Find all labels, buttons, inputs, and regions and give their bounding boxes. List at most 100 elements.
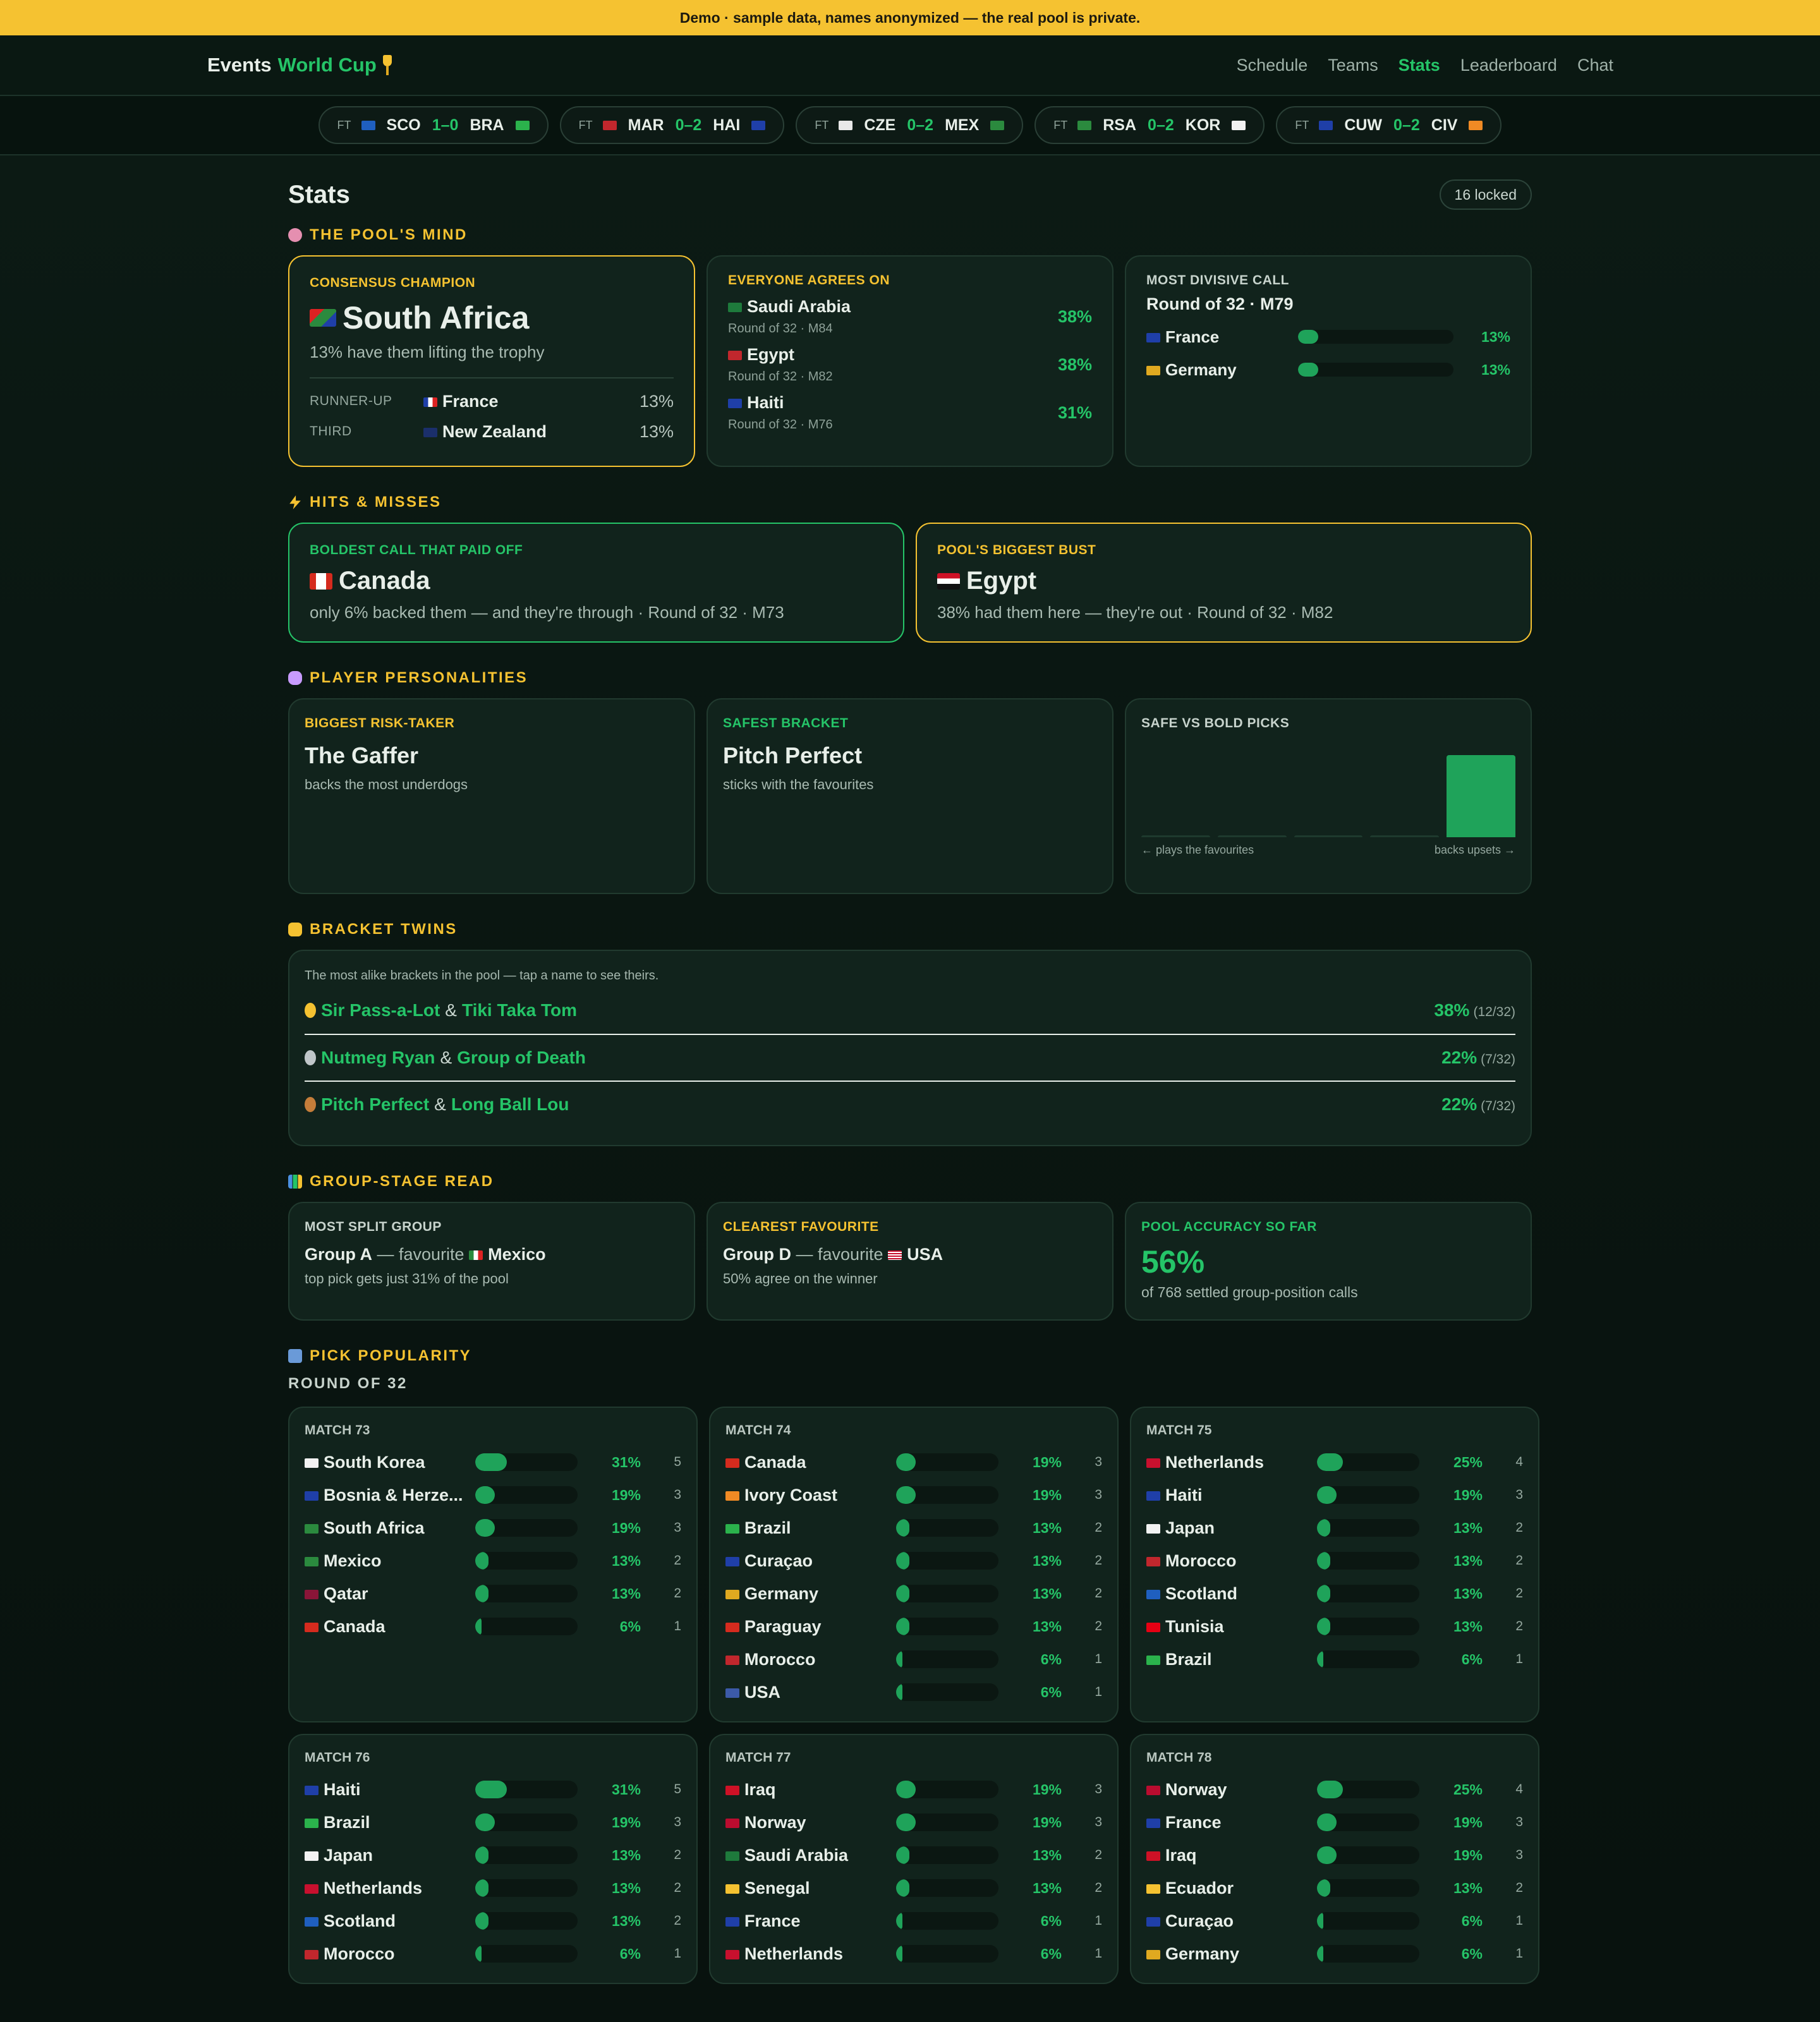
match-score: 1–0 — [432, 116, 459, 134]
pick-bar-fill — [1317, 1650, 1323, 1668]
score-pill[interactable]: FT CZE 0–2 MEX — [796, 106, 1024, 144]
pick-team-name: Curaçao — [744, 1551, 813, 1570]
pick-bar-fill — [896, 1846, 910, 1864]
flag-icon — [305, 1851, 318, 1861]
pick-row: Curaçao 6% 1 — [1146, 1904, 1523, 1937]
pick-count: 1 — [1515, 1913, 1523, 1928]
agree-team: Egypt — [728, 345, 833, 365]
twin-pct: 22% — [1441, 1048, 1477, 1067]
favourite-team: Mexico — [488, 1245, 546, 1264]
pick-count: 2 — [674, 1913, 681, 1928]
flag-icon — [725, 1884, 739, 1894]
risk-taker-name[interactable]: The Gaffer — [305, 742, 679, 769]
safest-name[interactable]: Pitch Perfect — [723, 742, 1097, 769]
pick-count: 4 — [1515, 1782, 1523, 1796]
twin-player-b[interactable]: Tiki Taka Tom — [462, 1000, 577, 1020]
pick-pct: 13% — [1453, 1585, 1483, 1602]
score-pill[interactable]: FT SCO 1–0 BRA — [318, 106, 549, 144]
numbers-icon — [288, 1349, 302, 1363]
pick-bar-fill — [1317, 1781, 1343, 1798]
safest-bracket-card[interactable]: SAFEST BRACKET Pitch Perfect sticks with… — [707, 698, 1113, 894]
twin-player-b[interactable]: Long Ball Lou — [451, 1094, 569, 1115]
bust-team-name: Egypt — [966, 567, 1037, 595]
pick-row: Canada 19% 3 — [725, 1446, 1102, 1479]
pick-pct: 13% — [1032, 1879, 1062, 1896]
pick-row: Germany 6% 1 — [1146, 1937, 1523, 1970]
flag-icon — [725, 1589, 739, 1599]
pick-row: Germany 13% 2 — [725, 1577, 1102, 1610]
trophy-icon — [382, 54, 392, 76]
pick-bar-fill — [475, 1879, 489, 1897]
pick-pct: 19% — [1032, 1453, 1062, 1470]
favourite-word: — favourite — [377, 1245, 464, 1264]
pick-count: 3 — [1095, 1815, 1102, 1829]
flag-icon — [990, 120, 1005, 130]
flag-icon — [725, 1851, 739, 1861]
nav-stats[interactable]: Stats — [1398, 56, 1440, 75]
match-label: MATCH 76 — [305, 1750, 370, 1765]
pick-row: Iraq 19% 3 — [1146, 1839, 1523, 1872]
nav-chat[interactable]: Chat — [1577, 56, 1613, 75]
pick-team: Saudi Arabia — [725, 1846, 896, 1865]
divisive-team-name: France — [1165, 327, 1220, 346]
pick-pct: 25% — [1453, 1781, 1483, 1798]
app-logo[interactable]: Events World Cup — [207, 54, 392, 76]
match-status: FT — [337, 118, 351, 131]
pick-count: 1 — [1095, 1685, 1102, 1699]
pick-team: Morocco — [1146, 1551, 1317, 1571]
pick-team: Morocco — [725, 1650, 896, 1669]
pick-count: 2 — [1095, 1619, 1102, 1633]
pick-row: Norway 25% 4 — [1146, 1773, 1523, 1806]
pick-team-name: South Africa — [324, 1518, 425, 1537]
pick-team: Ecuador — [1146, 1879, 1317, 1898]
pick-pct: 13% — [1453, 1519, 1483, 1536]
nav-teams[interactable]: Teams — [1328, 56, 1378, 75]
favourite-word: — favourite — [796, 1245, 883, 1264]
score-pill[interactable]: FT RSA 0–2 KOR — [1034, 106, 1265, 144]
twin-player-a[interactable]: Sir Pass-a-Lot — [321, 1000, 440, 1020]
nav-schedule[interactable]: Schedule — [1237, 56, 1308, 75]
top-nav: Events World Cup Schedule Teams Stats Le… — [0, 35, 1820, 96]
pick-row: Qatar 13% 2 — [305, 1577, 681, 1610]
logo-text-events: Events — [207, 54, 272, 76]
pick-team: Brazil — [725, 1518, 896, 1538]
group-name: Group A — [305, 1245, 372, 1264]
pick-count: 1 — [674, 1946, 681, 1961]
pick-bar-fill — [475, 1945, 482, 1963]
twin-player-b[interactable]: Group of Death — [457, 1048, 586, 1068]
pick-pct: 6% — [1461, 1650, 1483, 1668]
score-pill[interactable]: FT MAR 0–2 HAI — [559, 106, 785, 144]
twin-player-a[interactable]: Nutmeg Ryan — [321, 1048, 435, 1068]
pick-team: Netherlands — [725, 1944, 896, 1964]
pick-pct: 19% — [1032, 1813, 1062, 1831]
twin-fraction: (7/32) — [1481, 1099, 1515, 1113]
flag-icon — [1146, 1655, 1160, 1665]
pick-row: Iraq 19% 3 — [725, 1773, 1102, 1806]
pick-bar — [475, 1945, 578, 1963]
main-nav: Schedule Teams Stats Leaderboard Chat — [1237, 56, 1613, 75]
agree-item: Saudi Arabia Round of 32 · M84 38% — [728, 297, 1092, 336]
home-team: SCO — [386, 116, 421, 134]
pick-team: Netherlands — [1146, 1453, 1317, 1472]
pick-bar — [896, 1618, 998, 1635]
pick-count: 1 — [1095, 1652, 1102, 1666]
section-title: GROUP-STAGE READ — [310, 1173, 494, 1190]
twin-player-a[interactable]: Pitch Perfect — [321, 1094, 429, 1115]
pick-count: 1 — [1515, 1946, 1523, 1961]
flag-icon — [1469, 120, 1483, 130]
score-pill[interactable]: FT CUW 0–2 CIV — [1276, 106, 1502, 144]
pick-pct: 13% — [611, 1912, 641, 1929]
pick-bar — [1298, 330, 1453, 344]
pool-accuracy-card: POOL ACCURACY SO FAR 56% of 768 settled … — [1125, 1202, 1532, 1321]
pick-team-name: Brazil — [744, 1518, 791, 1537]
champion-subtitle: 13% have them lifting the trophy — [310, 342, 545, 361]
pick-team: Netherlands — [305, 1879, 475, 1898]
nav-leaderboard[interactable]: Leaderboard — [1460, 56, 1557, 75]
pick-row: Brazil 6% 1 — [1146, 1643, 1523, 1676]
match-status: FT — [578, 118, 593, 131]
flag-icon — [1146, 1949, 1160, 1959]
pick-team: Brazil — [305, 1813, 475, 1832]
pick-team: Norway — [1146, 1780, 1317, 1800]
risk-taker-card[interactable]: BIGGEST RISK-TAKER The Gaffer backs the … — [288, 698, 695, 894]
pick-count: 2 — [1515, 1553, 1523, 1568]
